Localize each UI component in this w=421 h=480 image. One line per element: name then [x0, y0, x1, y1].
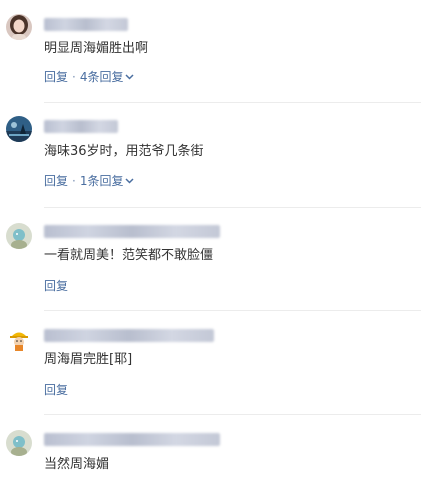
reply-button[interactable]: 回复: [44, 173, 68, 189]
comment-actions: 回复 · 4条回复: [44, 68, 135, 85]
username-blurred[interactable]: [44, 433, 220, 446]
comment-item: 明显周海媚胜出啊 回复 · 4条回复: [0, 0, 421, 103]
view-replies-button[interactable]: 1条回复: [80, 173, 124, 189]
comment-text: 当然周海媚: [44, 457, 110, 472]
comment-text: 海味36岁时，用范爷几条街: [44, 144, 204, 159]
default-user-icon[interactable]: [6, 430, 32, 456]
comment-text: 周海眉完胜[耶]: [44, 352, 133, 367]
construction-character-icon[interactable]: [6, 326, 32, 352]
comment-item: 海味36岁时，用范爷几条街 回复 · 1条回复: [0, 103, 421, 208]
reply-button[interactable]: 回复: [44, 382, 68, 398]
username-blurred[interactable]: [44, 329, 214, 342]
chevron-down-icon[interactable]: [125, 69, 135, 85]
username-blurred[interactable]: [44, 225, 220, 238]
comment-actions: 回复: [44, 277, 68, 294]
comment-item: 周海眉完胜[耶] 回复: [0, 311, 421, 415]
comment-item: 当然周海媚: [0, 415, 421, 480]
beach-scene-icon[interactable]: [6, 116, 32, 142]
default-user-icon[interactable]: [6, 223, 32, 249]
view-replies-button[interactable]: 4条回复: [80, 69, 124, 85]
comment-text: 明显周海媚胜出啊: [44, 41, 149, 56]
separator-dot: ·: [72, 69, 76, 84]
comment-item: 一看就周美！范笑都不敢脸僵 回复: [0, 207, 421, 311]
chevron-down-icon[interactable]: [125, 173, 135, 189]
comment-actions: 回复: [44, 381, 68, 398]
comment-actions: 回复 · 1条回复: [44, 172, 135, 189]
username-blurred[interactable]: [44, 18, 128, 31]
comment-text: 一看就周美！范笑都不敢脸僵: [44, 248, 214, 263]
separator-dot: ·: [72, 173, 76, 188]
woman-portrait-icon[interactable]: [6, 14, 32, 40]
reply-button[interactable]: 回复: [44, 69, 68, 85]
reply-button[interactable]: 回复: [44, 278, 68, 294]
username-blurred[interactable]: [44, 120, 118, 133]
